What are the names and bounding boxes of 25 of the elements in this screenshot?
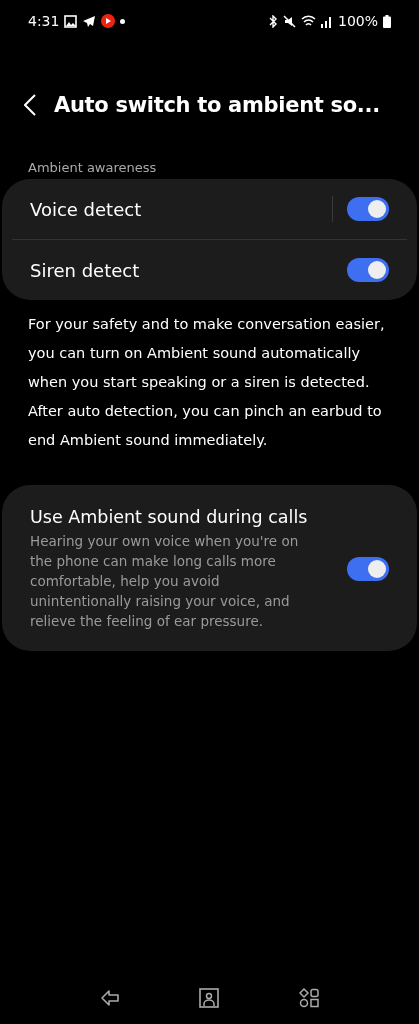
dot-icon (120, 18, 126, 24)
bluetooth-icon (267, 14, 278, 28)
home-icon[interactable] (199, 988, 220, 1008)
setting-label: Voice detect (30, 198, 142, 220)
section-label: Ambient awareness (27, 159, 158, 177)
back-icon[interactable] (24, 94, 36, 116)
toggle-switch[interactable] (347, 258, 389, 282)
image-icon (64, 14, 78, 28)
back-icon[interactable] (99, 988, 120, 1008)
send-icon (82, 14, 97, 28)
status-time: 4:31 (28, 13, 60, 29)
setting-label: Use Ambient sound during calls (30, 507, 309, 527)
toggle-switch[interactable] (347, 197, 389, 221)
apps-icon[interactable] (299, 988, 320, 1008)
battery-percent: 100% (337, 13, 378, 29)
description-text: For your safety and to make conversation easier, you can turn on Ambient sound automatically when you start speaking or a siren is detected. After auto detection, you can pinch an earbud to end Ambient sound immediately. (27, 315, 386, 450)
wifi-icon (300, 14, 316, 28)
page-title: Auto switch to ambient so... (54, 93, 380, 117)
mute-icon (282, 14, 296, 28)
signal-icon (320, 14, 333, 28)
toggle-switch[interactable] (347, 557, 389, 581)
setting-summary: Hearing your own voice when you're on the phone can make long calls more comfortable, help you avoid unintentionally raising your voice, and relieve the feeling of ear pressure. (30, 532, 300, 631)
play-icon (101, 14, 116, 28)
setting-label: Siren detect (30, 259, 140, 281)
battery-icon (383, 14, 391, 28)
